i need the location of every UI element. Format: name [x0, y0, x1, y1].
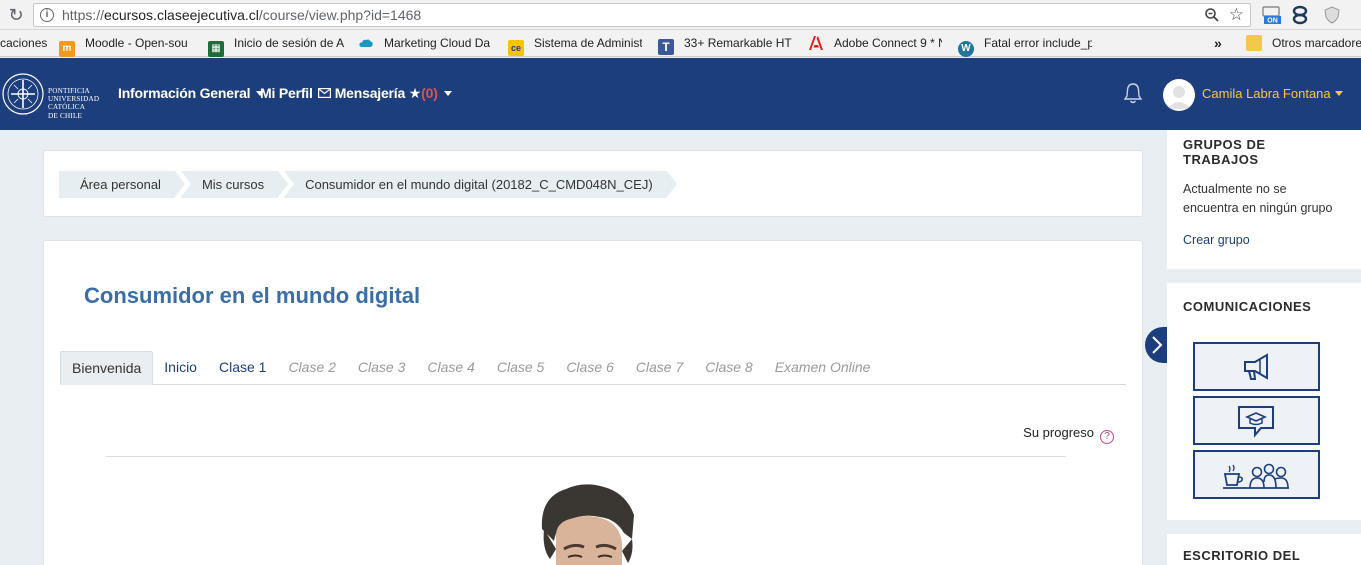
bookmark-item[interactable]: Adobe Connect 9 * N: [808, 35, 942, 53]
moodle-icon: m: [59, 41, 75, 57]
bookmark-item[interactable]: m Moodle - Open-sou: [59, 35, 195, 57]
folder-icon: [1246, 35, 1262, 51]
seal-icon: [2, 73, 44, 115]
tab-clase-6: Clase 6: [566, 359, 614, 375]
breadcrumb-item[interactable]: Consumidor en el mundo digital (20182_C_…: [284, 171, 677, 198]
other-bookmarks[interactable]: Otros marcadore: [1246, 35, 1361, 53]
reload-icon[interactable]: ↻: [6, 5, 26, 25]
page-title: Consumidor en el mundo digital: [84, 283, 421, 308]
breadcrumb-card: Área personal Mis cursos Consumidor en e…: [43, 150, 1143, 217]
communications-block: COMUNICACIONES: [1167, 283, 1361, 520]
graduation-chat-icon: [1238, 406, 1274, 438]
forum-button[interactable]: [1193, 396, 1320, 445]
instructor-photo: [541, 484, 634, 565]
divider: [106, 456, 1066, 457]
shield-icon[interactable]: [1322, 5, 1342, 25]
bookmark-item[interactable]: W Fatal error include_p: [958, 35, 1092, 57]
cafe-button[interactable]: [1193, 450, 1320, 499]
extension-icon[interactable]: ON: [1262, 5, 1282, 25]
bookmark-star-icon[interactable]: ☆: [1229, 5, 1244, 25]
browser-toolbar: ↻ i https://ecursos.claseejecutiva.cl/co…: [0, 0, 1361, 30]
block-title: GRUPOS DE TRABAJOS: [1183, 137, 1266, 167]
bookmark-item[interactable]: T 33+ Remarkable HT: [658, 35, 794, 55]
cloud-icon: [358, 35, 374, 51]
tab-clase-1[interactable]: Clase 1: [208, 351, 277, 385]
block-title: ESCRITORIO DEL: [1183, 548, 1301, 563]
university-logo[interactable]: PONTIFICIA UNIVERSIDAD CATÓLICA DE CHILE: [0, 63, 118, 125]
envelope-icon: [318, 88, 332, 99]
breadcrumb: Área personal Mis cursos Consumidor en e…: [59, 171, 677, 198]
block-title: COMUNICACIONES: [1183, 299, 1312, 314]
chevron-down-icon: [443, 91, 452, 96]
more-bookmarks[interactable]: »: [1214, 35, 1222, 53]
bell-icon[interactable]: [1123, 82, 1143, 104]
avatar[interactable]: [1163, 79, 1195, 111]
nav-mensajeria[interactable]: Mensajería ★(0): [318, 85, 452, 102]
chevron-down-icon: [1334, 91, 1343, 96]
help-icon[interactable]: ?: [1100, 430, 1114, 444]
site-navbar: PONTIFICIA UNIVERSIDAD CATÓLICA DE CHILE…: [0, 58, 1361, 130]
star-icon: ★: [408, 85, 422, 101]
svg-text:ON: ON: [1267, 18, 1278, 25]
user-menu[interactable]: Camila Labra Fontana: [1202, 86, 1343, 101]
chevron-right-icon: [1152, 336, 1163, 354]
tab-examen-online: Examen Online: [774, 359, 871, 375]
course-tabs: Bienvenida Inicio Clase 1 Clase 2 Clase …: [60, 351, 1126, 385]
tab-clase-2: Clase 2: [288, 359, 336, 375]
desk-block: ESCRITORIO DEL: [1167, 534, 1361, 565]
nav-mi-perfil[interactable]: Mi Perfil: [260, 85, 313, 101]
groups-block: GRUPOS DE TRABAJOS Actualmente no se enc…: [1167, 130, 1361, 269]
sheet-icon: ▦: [208, 41, 224, 57]
coffee-group-icon: [1223, 463, 1289, 489]
tab-clase-4: Clase 4: [427, 359, 475, 375]
address-bar[interactable]: i https://ecursos.claseejecutiva.cl/cour…: [33, 3, 1251, 27]
zoom-icon[interactable]: [1204, 7, 1220, 27]
bookmark-item[interactable]: caciones: [0, 35, 47, 53]
bookmark-item[interactable]: Marketing Cloud Da: [358, 35, 492, 53]
info-icon[interactable]: i: [40, 8, 54, 22]
announcements-button[interactable]: [1193, 342, 1320, 391]
tab-clase-7: Clase 7: [635, 359, 684, 375]
bookmarks-bar: caciones m Moodle - Open-sou ▦ Inicio de s…: [0, 30, 1361, 57]
tab-bienvenida[interactable]: Bienvenida: [60, 351, 154, 385]
adobe-icon: [808, 35, 824, 51]
breadcrumb-item[interactable]: Área personal: [59, 171, 185, 198]
bookmark-item[interactable]: ce Sistema de Administ: [508, 35, 642, 56]
tab-clase-3: Clase 3: [357, 359, 406, 375]
megaphone-icon: [1244, 353, 1268, 380]
url-text[interactable]: https://ecursos.claseejecutiva.cl/course…: [62, 7, 421, 23]
tab-clase-5: Clase 5: [496, 359, 545, 375]
progress-indicator: Su progreso?: [1023, 425, 1114, 444]
tab-inicio[interactable]: Inicio: [153, 351, 208, 385]
groups-status: Actualmente no se encuentra en ningún gr…: [1183, 182, 1333, 215]
nav-informacion-general[interactable]: Información General: [118, 85, 265, 101]
t-icon: T: [658, 39, 674, 55]
ce-icon: ce: [508, 40, 524, 56]
message-count: (0): [421, 85, 438, 101]
create-group-link[interactable]: Crear grupo: [1183, 233, 1345, 247]
bookmark-item[interactable]: ▦ Inicio de sesión de A: [208, 35, 344, 57]
wordpress-icon: W: [958, 41, 974, 57]
extension-icon[interactable]: [1290, 5, 1310, 25]
tab-clase-8: Clase 8: [705, 359, 753, 375]
breadcrumb-item[interactable]: Mis cursos: [180, 171, 289, 198]
course-content: Consumidor en el mundo digital Bienvenid…: [43, 240, 1143, 565]
drawer-toggle[interactable]: [1145, 327, 1167, 363]
